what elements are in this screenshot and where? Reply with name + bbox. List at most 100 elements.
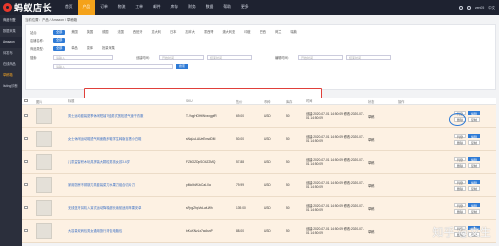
header-currency: 币种 <box>264 99 271 104</box>
filter-chip-all[interactable]: 全部 <box>53 37 66 43</box>
row-checkbox[interactable] <box>22 228 34 234</box>
row-checkbox[interactable] <box>22 159 34 165</box>
table-row[interactable]: 无线蓝牙耳机入耳式运动降噪超长续航适用苹果安卓 sFpgZhpVoLwLWh 139… <box>22 197 496 220</box>
username[interactable]: zen05 <box>475 6 484 10</box>
filter-chip[interactable]: 加拿大 <box>182 30 198 35</box>
row-sku: pMoIbWJcCaLXa <box>186 182 211 187</box>
copy-button[interactable]: 复制 <box>467 140 480 145</box>
nav-help[interactable]: 帮助 <box>218 0 236 15</box>
copy-button[interactable]: 复制 <box>467 117 480 122</box>
message-icon[interactable] <box>466 5 471 10</box>
sidebar-item-online[interactable]: 在线商品 <box>0 59 22 70</box>
edit-end-input[interactable]: 结束时间 <box>346 54 391 60</box>
row-checkbox[interactable] <box>22 205 34 211</box>
filter-chip[interactable]: 意大利 <box>148 30 164 35</box>
row-title[interactable]: 家用厨房不锈钢刀具套装菜刀水果刀组合切片刀 <box>66 183 184 187</box>
nav-data[interactable]: 数据 <box>201 0 219 15</box>
edit-button[interactable]: 编辑 <box>467 110 480 116</box>
header-title: 标题 <box>68 98 75 103</box>
table-row[interactable]: 女士休闲运动鞋透气网面跑步鞋学生韩版百搭小白鞋 sNqLuLAUeEnsdDM 50… <box>22 128 496 151</box>
nav-orders[interactable]: 订单 <box>95 0 113 15</box>
table-row[interactable]: 男士运动套装夏季休闲短袖T恤男式宽松透气速干衣服 T-YogHOHtWxxxgpf… <box>22 105 496 128</box>
row-sku: sNqLuLAUeEnsdDM <box>186 136 216 141</box>
copy-button[interactable]: 复制 <box>467 209 480 214</box>
delete-button[interactable]: 删除 <box>453 140 466 145</box>
table-row[interactable]: 大容量双肩包男女通用旅行背包电脑包 bKuXNzLx7wAsnP 88.00 USD 5… <box>22 220 496 243</box>
edit-button[interactable]: 编辑 <box>467 179 480 185</box>
header-checkbox[interactable] <box>22 98 34 104</box>
copy-button[interactable]: 复制 <box>467 186 480 191</box>
nav-products[interactable]: 产品 <box>77 0 96 15</box>
filter-chip[interactable]: 德国 <box>99 30 111 35</box>
filter-row-type: 商品类型: 全部 单品 变体 批量采集 <box>30 45 118 51</box>
sidebar-item-drafts[interactable]: 草稿箱 <box>0 70 22 81</box>
row-title[interactable]: 大容量双肩包男女通用旅行背包电脑包 <box>66 229 184 233</box>
filter-panel: 站点: 全部 美国 英国 德国 法国 西班牙 意大利 日本 加拿大 墨西哥 澳大… <box>25 24 496 90</box>
app-logo[interactable]: 蚂蚁店长 <box>3 1 52 14</box>
row-title[interactable]: 女士休闲运动鞋透气网面跑步鞋学生韩版百搭小白鞋 <box>66 137 184 141</box>
row-price: 139.00 <box>236 206 246 210</box>
table-row[interactable]: 家用厨房不锈钢刀具套装菜刀水果刀组合切片刀 pMoIbWJcCaLXa 79.99 U… <box>22 174 496 197</box>
sidebar-item-collect[interactable]: 数据采集 <box>0 26 22 37</box>
notification-icon[interactable] <box>458 5 463 10</box>
search-input[interactable]: 请输入 <box>53 54 113 60</box>
nav-home[interactable]: 首页 <box>60 0 78 15</box>
filter-chip[interactable]: 变体 <box>84 46 96 51</box>
language-switch[interactable]: 中文 <box>488 5 495 10</box>
row-checkbox[interactable] <box>22 113 34 119</box>
row-title[interactable]: 儿童益智积木玩具拼装大颗粒男孩女孩3-6岁 <box>66 160 184 164</box>
edit-start-input[interactable]: 开始时间 <box>298 54 343 60</box>
row-time: 创建:2020-07-01 14:50:09 修改:2020-07-01 14:… <box>306 157 364 166</box>
edit-button[interactable]: 编辑 <box>467 156 480 162</box>
row-sku: FZ6OZDpSO4Z2MQ <box>186 159 216 164</box>
delete-button[interactable]: 删除 <box>453 163 466 168</box>
nav-tickets[interactable]: 工单 <box>130 0 148 15</box>
edit-button[interactable]: 编辑 <box>467 133 480 139</box>
filter-chip[interactable]: 巴西 <box>257 30 269 35</box>
sidebar-item-amazon[interactable]: Amazon <box>0 37 22 48</box>
filter-chip-all[interactable]: 全部 <box>53 29 66 35</box>
delete-button[interactable]: 删除 <box>453 209 466 214</box>
filter-chip[interactable]: 墨西哥 <box>201 30 217 35</box>
sidebar-item-listing[interactable]: 商品刊登 <box>0 15 22 26</box>
sidebar-item-pending[interactable]: 待发布 <box>0 48 22 59</box>
filter-row-search: 搜索: 请输入 创建时间: 开始时间 结束时间 编辑时间: 开始时间 结束时间 <box>30 54 391 60</box>
row-time: 创建:2020-07-01 14:50:09 修改:2020-07-01 14:… <box>306 134 364 143</box>
filter-chip[interactable]: 瑞典 <box>287 30 299 35</box>
nav-finance[interactable]: 财务 <box>183 0 201 15</box>
filter-chip[interactable]: 西班牙 <box>130 30 146 35</box>
delete-button[interactable]: 删除 <box>453 186 466 191</box>
publish-button[interactable]: 刊登 <box>453 133 466 139</box>
nav-inventory[interactable]: 库存 <box>166 0 184 15</box>
publish-button[interactable]: 刊登 <box>453 156 466 162</box>
row-currency: USD <box>264 137 271 141</box>
row-title[interactable]: 男士运动套装夏季休闲短袖T恤男式宽松透气速干衣服 <box>66 114 184 118</box>
copy-button[interactable]: 复制 <box>467 163 480 168</box>
filter-chip[interactable]: 批量采集 <box>99 46 118 51</box>
filter-chip[interactable]: 法国 <box>115 30 127 35</box>
publish-button[interactable]: 刊登 <box>453 179 466 185</box>
row-actions: 刊登 编辑 删除 复制 <box>396 202 486 214</box>
start-date-input[interactable]: 开始时间 <box>159 54 204 60</box>
row-title[interactable]: 无线蓝牙耳机入耳式运动降噪超长续航适用苹果安卓 <box>66 206 184 210</box>
sidebar-item-diagnosis[interactable]: listing诊断 <box>0 81 22 92</box>
filter-chip[interactable]: 单品 <box>68 46 80 51</box>
nav-mail[interactable]: 邮件 <box>148 0 166 15</box>
nav-more[interactable]: 更多 <box>236 0 254 15</box>
filter-chip[interactable]: 日本 <box>167 30 179 35</box>
filter-chip[interactable]: 澳大利亚 <box>220 30 239 35</box>
filter-chip[interactable]: 美国 <box>68 30 80 35</box>
row-checkbox[interactable] <box>22 136 34 142</box>
filter-chip[interactable]: 英国 <box>84 30 96 35</box>
filter-chip[interactable]: 荷兰 <box>272 30 284 35</box>
filter-chip-all[interactable]: 全部 <box>53 45 66 51</box>
nav-logistics[interactable]: 物流 <box>113 0 131 15</box>
edit-button[interactable]: 编辑 <box>467 202 480 208</box>
keyword-input[interactable]: 请输入 <box>53 63 173 69</box>
row-checkbox[interactable] <box>22 182 34 188</box>
publish-button[interactable]: 刊登 <box>453 202 466 208</box>
table-row[interactable]: 儿童益智积木玩具拼装大颗粒男孩女孩3-6岁 FZ6OZDpSO4Z2MQ 57.88… <box>22 151 496 174</box>
search-button[interactable]: 搜索 <box>176 63 189 69</box>
filter-chip[interactable]: 印度 <box>241 30 253 35</box>
end-date-input[interactable]: 结束时间 <box>207 54 252 60</box>
